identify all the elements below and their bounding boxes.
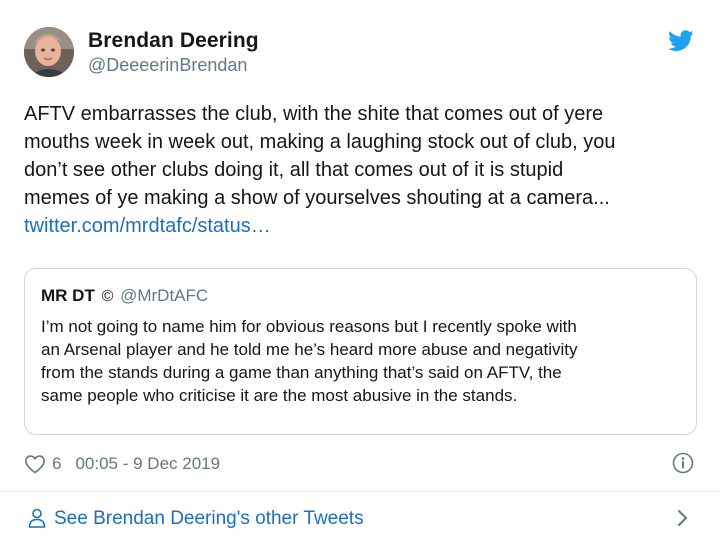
tweet-line: don’t see other clubs doing it, all that… bbox=[24, 159, 564, 181]
see-other-tweets-link[interactable]: See Brendan Deering's other Tweets bbox=[54, 508, 364, 530]
author-handle[interactable]: @DeeeerinBrendan bbox=[88, 55, 247, 76]
quoted-author-handle: @MrDtAFC bbox=[120, 286, 209, 305]
tweet-timestamp[interactable]: 00:05 - 9 Dec 2019 bbox=[75, 454, 220, 474]
quoted-author-name: MR DT bbox=[41, 286, 95, 305]
embedded-tweet: Brendan Deering @DeeeerinBrendan AFTV em… bbox=[0, 0, 720, 542]
twitter-bird-icon[interactable] bbox=[668, 30, 694, 52]
tweet-line: memes of ye making a show of yourselves … bbox=[24, 187, 610, 209]
person-icon bbox=[28, 508, 46, 528]
copyright-symbol: © bbox=[101, 288, 114, 305]
see-more-footer[interactable]: See Brendan Deering's other Tweets bbox=[0, 492, 720, 542]
quoted-tweet-link[interactable]: twitter.com/mrdtafc/status… bbox=[24, 212, 704, 240]
avatar[interactable] bbox=[24, 27, 74, 77]
quoted-line: from the stands during a game than anyth… bbox=[41, 363, 562, 382]
quoted-line: I’m not going to name him for obvious re… bbox=[41, 317, 577, 336]
heart-icon[interactable] bbox=[24, 454, 46, 474]
author-name[interactable]: Brendan Deering bbox=[88, 29, 259, 53]
quoted-tweet-body: I’m not going to name him for obvious re… bbox=[41, 315, 681, 407]
quoted-line: same people who criticise it are the mos… bbox=[41, 386, 518, 405]
like-count[interactable]: 6 bbox=[52, 454, 61, 474]
quoted-line: an Arsenal player and he told me he’s he… bbox=[41, 340, 578, 359]
quoted-tweet[interactable]: MR DT © @MrDtAFC I’m not going to name h… bbox=[24, 268, 697, 435]
tweet-line: AFTV embarrasses the club, with the shit… bbox=[24, 103, 604, 125]
info-icon[interactable] bbox=[672, 452, 694, 474]
tweet-line: mouths week in week out, making a laughi… bbox=[24, 131, 616, 153]
quoted-tweet-header: MR DT © @MrDtAFC bbox=[41, 286, 208, 306]
chevron-right-icon[interactable] bbox=[676, 508, 690, 528]
tweet-meta: 6 00:05 - 9 Dec 2019 bbox=[24, 452, 220, 476]
tweet-body: AFTV embarrasses the club, with the shit… bbox=[24, 100, 704, 240]
